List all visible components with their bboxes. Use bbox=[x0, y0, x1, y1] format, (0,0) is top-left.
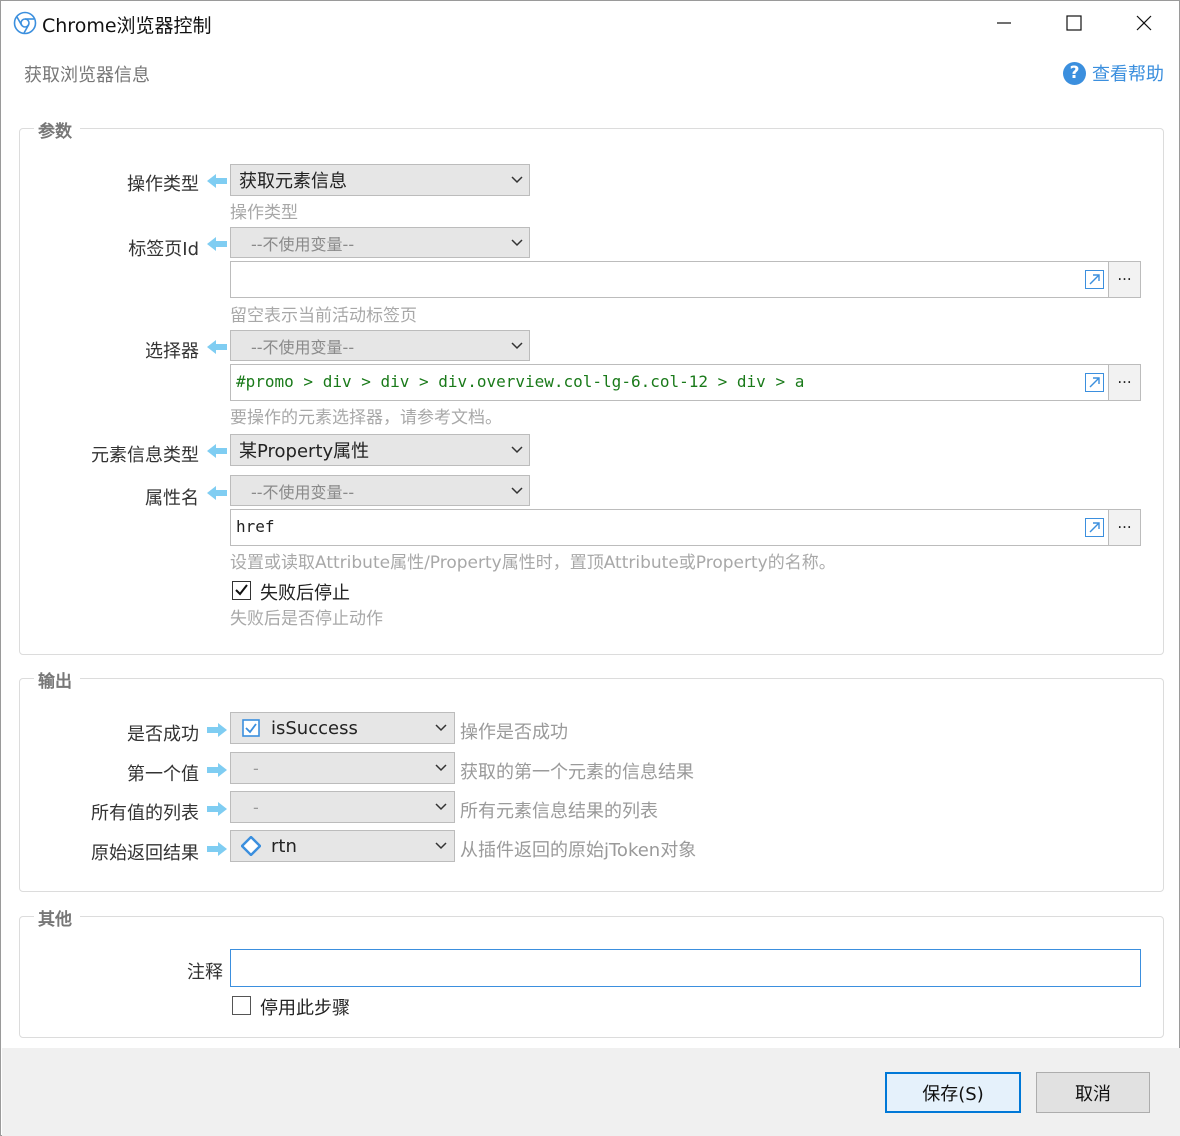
more-button[interactable]: ... bbox=[1108, 510, 1140, 545]
help-label: 查看帮助 bbox=[1092, 64, 1164, 85]
title-bar: Chrome浏览器控制 bbox=[1, 1, 1179, 45]
chevron-down-icon bbox=[428, 803, 454, 811]
tab-id-variable-value: --不使用变量-- bbox=[251, 234, 355, 254]
chevron-down-icon bbox=[428, 764, 454, 772]
op-type-label: 操作类型 bbox=[127, 174, 199, 195]
left-arrow-icon bbox=[207, 486, 227, 500]
chrome-icon bbox=[13, 11, 37, 35]
dialog-subtitle: 获取浏览器信息 bbox=[24, 65, 150, 86]
save-button[interactable]: 保存(S) bbox=[885, 1072, 1021, 1113]
window-title: Chrome浏览器控制 bbox=[42, 15, 212, 37]
minimize-icon bbox=[997, 22, 1011, 24]
chevron-down-icon bbox=[505, 331, 529, 360]
more-button[interactable]: ... bbox=[1108, 365, 1140, 400]
maximize-button[interactable] bbox=[1039, 1, 1109, 45]
output-label-all: 所有值的列表 bbox=[91, 803, 199, 824]
checkbox-icon bbox=[241, 718, 261, 738]
output-hint-first: 获取的第一个元素的信息结果 bbox=[460, 762, 694, 783]
chevron-down-icon bbox=[505, 476, 529, 505]
chevron-down-icon bbox=[505, 165, 529, 195]
attr-name-input[interactable]: href ... bbox=[230, 509, 1141, 546]
left-arrow-icon bbox=[207, 237, 227, 251]
dialog-window: Chrome浏览器控制 获取浏览器信息 ? 查看帮助 参数 操作类型 获取元素信… bbox=[0, 0, 1180, 1136]
close-button[interactable] bbox=[1109, 1, 1179, 45]
output-value-success: isSuccess bbox=[271, 717, 358, 739]
stop-on-fail-checkbox[interactable] bbox=[232, 581, 251, 600]
chevron-down-icon bbox=[428, 842, 454, 850]
output-hint-all: 所有元素信息结果的列表 bbox=[460, 801, 658, 822]
output-group-title: 输出 bbox=[34, 667, 80, 692]
help-icon: ? bbox=[1063, 61, 1086, 85]
output-select-first[interactable]: - bbox=[230, 752, 455, 784]
note-input[interactable] bbox=[230, 949, 1141, 987]
stop-on-fail-hint: 失败后是否停止动作 bbox=[230, 609, 383, 629]
selector-input[interactable]: #promo > div > div > div.overview.col-lg… bbox=[230, 364, 1141, 401]
minimize-button[interactable] bbox=[969, 1, 1039, 45]
expand-icon[interactable] bbox=[1085, 270, 1104, 289]
output-label-raw: 原始返回结果 bbox=[91, 843, 199, 864]
output-select-all[interactable]: - bbox=[230, 791, 455, 823]
right-arrow-icon bbox=[207, 763, 227, 777]
tab-id-input[interactable]: ... bbox=[230, 261, 1141, 298]
help-link[interactable]: ? 查看帮助 bbox=[1063, 60, 1164, 86]
attr-name-variable-value: --不使用变量-- bbox=[251, 482, 355, 502]
output-select-raw[interactable]: rtn bbox=[230, 830, 455, 862]
attr-name-label: 属性名 bbox=[145, 488, 199, 509]
left-arrow-icon bbox=[207, 340, 227, 354]
chevron-down-icon bbox=[428, 724, 454, 732]
selector-variable-select[interactable]: --不使用变量-- bbox=[230, 330, 530, 361]
maximize-icon bbox=[1066, 15, 1082, 31]
disable-step-label: 停用此步骤 bbox=[260, 998, 350, 1019]
output-hint-raw: 从插件返回的原始jToken对象 bbox=[460, 840, 697, 861]
output-hint-success: 操作是否成功 bbox=[460, 722, 568, 743]
info-type-value: 某Property属性 bbox=[239, 441, 370, 462]
stop-on-fail-label: 失败后停止 bbox=[260, 583, 350, 604]
op-type-hint: 操作类型 bbox=[230, 203, 298, 223]
right-arrow-icon bbox=[207, 723, 227, 737]
tab-id-hint: 留空表示当前活动标签页 bbox=[230, 306, 417, 326]
selector-text: #promo > div > div > div.overview.col-lg… bbox=[236, 372, 805, 391]
selector-hint: 要操作的元素选择器，请参考文档。 bbox=[230, 408, 502, 428]
attr-name-text: href bbox=[236, 517, 275, 536]
output-value-raw: rtn bbox=[271, 835, 297, 857]
more-button[interactable]: ... bbox=[1108, 262, 1140, 297]
params-group-title: 参数 bbox=[34, 117, 80, 142]
chevron-down-icon bbox=[505, 435, 529, 465]
right-arrow-icon bbox=[207, 802, 227, 816]
left-arrow-icon bbox=[207, 444, 227, 458]
diamond-icon bbox=[241, 836, 261, 856]
attr-name-hint: 设置或读取Attribute属性/Property属性时，置顶Attribute… bbox=[230, 553, 836, 573]
selector-variable-value: --不使用变量-- bbox=[251, 337, 355, 357]
op-type-select[interactable]: 获取元素信息 bbox=[230, 164, 530, 196]
tab-id-variable-select[interactable]: --不使用变量-- bbox=[230, 227, 530, 258]
expand-icon[interactable] bbox=[1085, 518, 1104, 537]
info-type-select[interactable]: 某Property属性 bbox=[230, 434, 530, 466]
output-label-success: 是否成功 bbox=[127, 724, 199, 745]
checkmark-icon bbox=[235, 584, 248, 596]
tab-id-label: 标签页Id bbox=[128, 239, 199, 260]
op-type-value: 获取元素信息 bbox=[239, 171, 347, 192]
note-label: 注释 bbox=[187, 962, 223, 983]
chevron-down-icon bbox=[505, 228, 529, 257]
output-label-first: 第一个值 bbox=[127, 764, 199, 785]
output-value-first: - bbox=[253, 758, 259, 778]
selector-label: 选择器 bbox=[145, 341, 199, 362]
left-arrow-icon bbox=[207, 174, 227, 188]
other-group-title: 其他 bbox=[34, 905, 80, 930]
disable-step-checkbox[interactable] bbox=[232, 996, 251, 1015]
right-arrow-icon bbox=[207, 842, 227, 856]
attr-name-variable-select[interactable]: --不使用变量-- bbox=[230, 475, 530, 506]
output-select-success[interactable]: isSuccess bbox=[230, 712, 455, 744]
info-type-label: 元素信息类型 bbox=[91, 445, 199, 466]
expand-icon[interactable] bbox=[1085, 373, 1104, 392]
cancel-button[interactable]: 取消 bbox=[1036, 1072, 1150, 1113]
close-icon bbox=[1136, 15, 1152, 31]
output-value-all: - bbox=[253, 797, 259, 817]
